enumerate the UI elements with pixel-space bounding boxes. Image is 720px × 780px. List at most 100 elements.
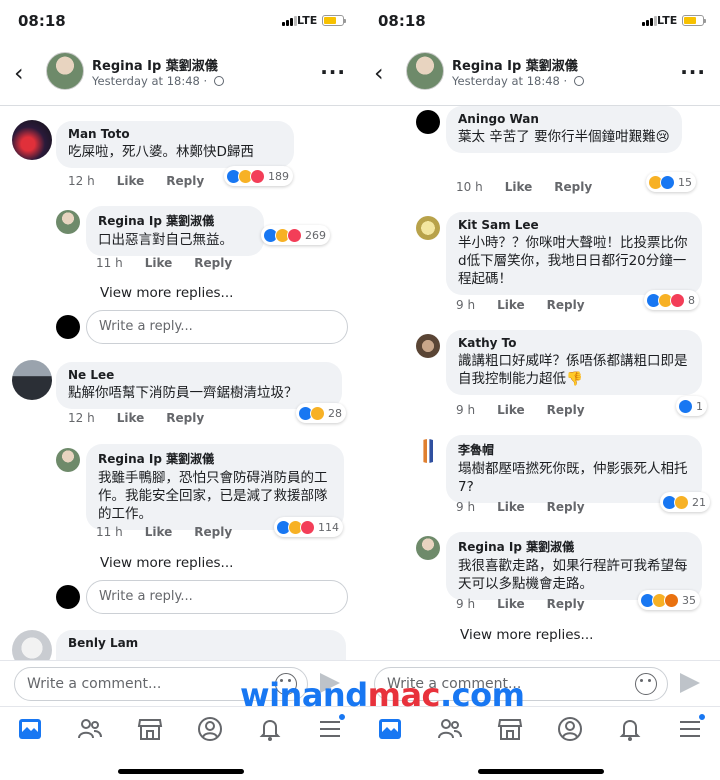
reply-input[interactable]: Write a reply... [86, 310, 348, 344]
tab-bar [0, 706, 360, 780]
avatar[interactable] [416, 110, 440, 134]
news-feed-icon[interactable] [16, 715, 44, 743]
avatar[interactable] [12, 120, 52, 160]
reply-button[interactable]: Reply [547, 597, 585, 611]
view-more-replies-link[interactable]: View more replies... [460, 627, 593, 643]
comment-time: 9 h [456, 298, 476, 312]
commenter-name[interactable]: Regina Ip 葉劉淑儀 [458, 538, 690, 555]
like-button[interactable]: Like [145, 256, 173, 270]
view-more-replies-link[interactable]: View more replies... [100, 285, 233, 301]
reply-button[interactable]: Reply [547, 500, 585, 514]
reaction-summary[interactable]: 1 [676, 396, 707, 416]
comment-time: 9 h [456, 403, 476, 417]
status-bar: 08:18 LTE [360, 0, 720, 44]
avatar[interactable] [12, 630, 52, 660]
commenter-name[interactable]: Ne Lee [68, 368, 330, 382]
notifications-icon[interactable] [256, 715, 284, 743]
reaction-count: 8 [688, 293, 695, 307]
author-name[interactable]: Regina Ip 葉劉淑儀 [452, 55, 578, 74]
reaction-count: 1 [696, 399, 703, 413]
reaction-summary[interactable]: 15 [646, 172, 696, 192]
like-button[interactable]: Like [117, 174, 145, 188]
profile-icon[interactable] [556, 715, 584, 743]
notifications-icon[interactable] [616, 715, 644, 743]
reply-bubble: Aningo Wan 葉太 辛苦了 要你行半個鐘咁艱難😢 [446, 106, 682, 153]
profile-icon[interactable] [196, 715, 224, 743]
like-button[interactable]: Like [497, 500, 525, 514]
reply-button[interactable]: Reply [547, 403, 585, 417]
avatar[interactable] [416, 216, 440, 240]
commenter-name[interactable]: Kit Sam Lee [458, 218, 690, 232]
comment-placeholder: Write a comment... [27, 676, 162, 692]
avatar[interactable] [56, 448, 80, 472]
avatar[interactable] [406, 52, 444, 90]
reaction-count: 15 [678, 175, 692, 189]
avatar[interactable] [46, 52, 84, 90]
reaction-count: 28 [328, 406, 342, 420]
menu-badge [698, 713, 706, 721]
comment-time: 12 h [68, 411, 95, 425]
angry-reaction-icon [664, 592, 679, 608]
commenter-name[interactable]: Man Toto [68, 127, 282, 141]
reply-button[interactable]: Reply [194, 525, 232, 539]
send-icon[interactable] [680, 673, 700, 693]
reaction-summary[interactable]: 269 [261, 225, 330, 245]
author-name[interactable]: Regina Ip 葉劉淑儀 [92, 55, 218, 74]
reply-input[interactable]: Write a reply... [86, 580, 348, 614]
right-screen: 08:18 LTE ‹ Regina Ip 葉劉淑儀 Yesterday at … [360, 0, 720, 780]
commenter-name[interactable]: Regina Ip 葉劉淑儀 [98, 212, 252, 229]
like-button[interactable]: Like [497, 403, 525, 417]
network-label: LTE [297, 14, 318, 27]
marketplace-icon[interactable] [136, 715, 164, 743]
reaction-summary[interactable]: 21 [660, 492, 710, 512]
reply-button[interactable]: Reply [166, 411, 204, 425]
home-indicator [478, 769, 604, 774]
like-button[interactable]: Like [505, 180, 533, 194]
avatar[interactable] [12, 360, 52, 400]
comment-time: 11 h [96, 256, 123, 270]
like-button[interactable]: Like [145, 525, 173, 539]
friends-icon[interactable] [436, 715, 464, 743]
emoji-icon[interactable] [635, 673, 657, 695]
commenter-name[interactable]: Aningo Wan [458, 112, 670, 126]
battery-icon [322, 15, 346, 26]
avatar[interactable] [416, 536, 440, 560]
comment-text: 識講粗口好威咩？係唔係都講粗口即是自我控制能力超低👎 [458, 353, 688, 387]
comment-actions: 12 h Like Reply [68, 174, 226, 188]
like-button[interactable]: Like [497, 298, 525, 312]
reply-button[interactable]: Reply [194, 256, 232, 270]
comment-text: 口出惡言對自己無益。 [98, 232, 233, 248]
reaction-summary[interactable]: 114 [274, 517, 343, 537]
reaction-count: 35 [682, 593, 696, 607]
more-options-icon[interactable]: ··· [680, 60, 706, 84]
comment-actions: 10 h Like Reply [456, 180, 614, 194]
reply-button[interactable]: Reply [554, 180, 592, 194]
commenter-name[interactable]: 李魯帽 [458, 441, 690, 458]
friends-icon[interactable] [76, 715, 104, 743]
avatar[interactable] [416, 334, 440, 358]
commenter-name[interactable]: Kathy To [458, 336, 690, 350]
avatar[interactable] [56, 210, 80, 234]
view-more-replies-link[interactable]: View more replies... [100, 555, 233, 571]
avatar[interactable] [416, 439, 440, 463]
comment-text: 吃屎啦，死八婆。林鄭快D歸西 [68, 144, 254, 160]
post-timestamp: Yesterday at 18:48 · [452, 74, 584, 88]
reaction-summary[interactable]: 35 [638, 590, 700, 610]
comment-actions: 11 h Like Reply [96, 525, 254, 539]
clock: 08:18 [378, 12, 426, 30]
commenter-name[interactable]: Benly Lam [68, 636, 334, 650]
like-button[interactable]: Like [117, 411, 145, 425]
more-options-icon[interactable]: ··· [320, 60, 346, 84]
reply-button[interactable]: Reply [547, 298, 585, 312]
post-timestamp: Yesterday at 18:48 · [92, 74, 224, 88]
reply-button[interactable]: Reply [166, 174, 204, 188]
news-feed-icon[interactable] [376, 715, 404, 743]
back-icon[interactable]: ‹ [374, 61, 394, 85]
reaction-summary[interactable]: 189 [224, 166, 293, 186]
reaction-summary[interactable]: 28 [296, 403, 346, 423]
marketplace-icon[interactable] [496, 715, 524, 743]
commenter-name[interactable]: Regina Ip 葉劉淑儀 [98, 450, 332, 467]
reaction-summary[interactable]: 8 [644, 290, 699, 310]
like-button[interactable]: Like [497, 597, 525, 611]
back-icon[interactable]: ‹ [14, 61, 34, 85]
